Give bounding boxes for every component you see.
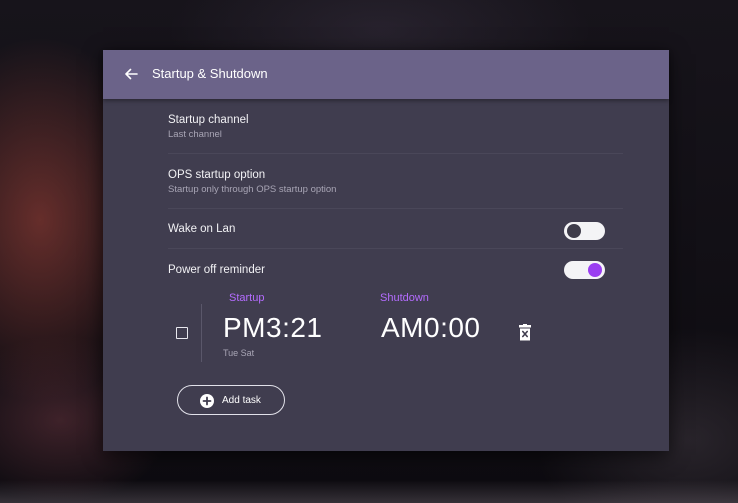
shutdown-column-label: Shutdown [380, 292, 429, 304]
setting-title: Power off reminder [168, 264, 265, 276]
delete-task-button[interactable] [517, 324, 533, 342]
setting-ops-startup-option[interactable]: OPS startup option Startup only through … [168, 169, 623, 209]
startup-shutdown-dialog: Startup & Shutdown Startup channel Last … [103, 50, 669, 451]
add-task-label: Add task [222, 395, 261, 406]
startup-time[interactable]: PM3:21 [223, 312, 323, 344]
plus-circle-icon [200, 394, 214, 408]
setting-wake-on-lan: Wake on Lan [168, 223, 623, 249]
dialog-title: Startup & Shutdown [152, 66, 268, 81]
setting-power-off-reminder: Power off reminder [168, 264, 623, 284]
task-days: Tue Sat [223, 348, 255, 358]
task-divider [201, 304, 202, 362]
arrow-left-icon [125, 68, 138, 80]
back-button[interactable] [119, 62, 143, 86]
shutdown-time[interactable]: AM0:00 [381, 312, 481, 344]
setting-value: Startup only through OPS startup option [168, 184, 337, 195]
power-off-reminder-toggle[interactable] [564, 261, 605, 279]
setting-title: Wake on Lan [168, 223, 236, 235]
task-checkbox[interactable] [176, 327, 188, 339]
setting-startup-channel[interactable]: Startup channel Last channel [168, 114, 623, 154]
startup-column-label: Startup [229, 292, 265, 304]
trash-icon [519, 324, 531, 341]
dialog-header: Startup & Shutdown [103, 50, 669, 99]
setting-title: Startup channel [168, 114, 249, 126]
add-task-button[interactable]: Add task [177, 385, 285, 415]
wake-on-lan-toggle[interactable] [564, 222, 605, 240]
setting-value: Last channel [168, 129, 222, 140]
toggle-knob [567, 224, 581, 238]
toggle-knob [588, 263, 602, 277]
setting-title: OPS startup option [168, 169, 266, 181]
